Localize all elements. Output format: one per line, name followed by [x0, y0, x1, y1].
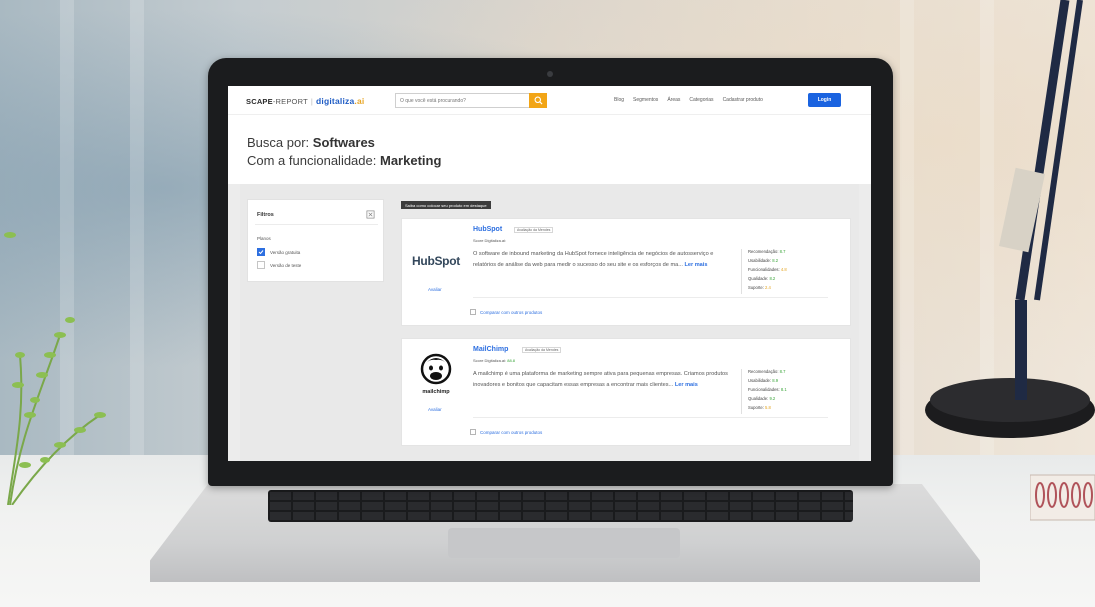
- evaluate-link[interactable]: Avaliar: [428, 287, 442, 292]
- product-description: O software de inbound marketing da HubSp…: [473, 249, 728, 271]
- logo-digitaliza: digitaliza: [316, 96, 355, 106]
- feature-filter-value: Marketing: [379, 153, 442, 168]
- mailchimp-monkey-icon: [420, 353, 452, 385]
- metric-support: Suporte: 2.4: [748, 285, 771, 290]
- mailchimp-logo-text: mailchimp: [422, 389, 450, 395]
- compare-checkbox-box[interactable]: [470, 309, 476, 315]
- filter-option-trial-version[interactable]: Versão de teste: [257, 261, 301, 269]
- search-button[interactable]: [529, 93, 547, 108]
- review-badge: Avaliação da Mendes: [522, 347, 562, 353]
- feature-filter-prefix: Com a funcionalidade:: [247, 153, 377, 168]
- filter-option-free-version[interactable]: Versão gratuita: [257, 248, 300, 256]
- search-icon: [534, 96, 543, 105]
- site-logo[interactable]: SCAPE-REPORT | digitaliza.ai: [246, 96, 364, 106]
- checkmark-icon: [258, 250, 264, 255]
- metric-quality: Qualidade: 9.2: [748, 396, 776, 401]
- top-navigation-bar: SCAPE-REPORT|digitaliza.ai Blog Segmento…: [228, 86, 871, 114]
- product-card-hubspot: HubSpot Avaliar HubSpot Avaliação da Men…: [401, 218, 851, 326]
- filters-panel: Filtros Planos Versão gratuita Versão de…: [247, 199, 384, 282]
- hubspot-logo-text: HubSpot: [412, 254, 460, 268]
- card-divider: [473, 417, 828, 418]
- metric-features: Funcionalidades: 4.8: [748, 267, 787, 272]
- logo-report: -REPORT: [272, 97, 308, 106]
- compare-checkbox[interactable]: Comparar com outros produtos: [470, 309, 542, 315]
- score-label: Score Digitaliza.ai:: [473, 358, 507, 363]
- metric-recommendation: Recomendação: 8.7: [748, 249, 786, 254]
- nav-item-blog[interactable]: Blog: [614, 97, 624, 103]
- checkbox-unchecked[interactable]: [257, 261, 265, 269]
- product-metrics: Recomendação: 8.7 Usabilidade: 8.9 Funci…: [741, 369, 831, 414]
- filters-group-label: Planos: [257, 236, 271, 241]
- metric-support: Suporte: 5.8: [748, 405, 771, 410]
- compare-checkbox[interactable]: Comparar com outros produtos: [470, 429, 542, 435]
- review-badge: Avaliação da Mendes: [514, 227, 554, 233]
- filters-title: Filtros: [257, 212, 274, 218]
- search-query-prefix: Busca por:: [247, 135, 310, 150]
- read-more-link[interactable]: Ler mais: [675, 382, 698, 388]
- search-query-line: Busca por: Softwares: [247, 135, 375, 150]
- compare-label: Comparar com outros produtos: [480, 429, 543, 435]
- compare-label: Comparar com outros produtos: [480, 309, 543, 315]
- laptop-trackpad: [448, 528, 680, 558]
- notebook-decoration: [1030, 474, 1095, 521]
- product-metrics: Recomendação: 8.7 Usabilidade: 8.2 Funci…: [741, 249, 831, 294]
- card-divider: [473, 297, 828, 298]
- product-name[interactable]: MailChimp: [473, 346, 508, 353]
- logo-tld: .ai: [354, 96, 365, 106]
- laptop-keyboard: [268, 490, 853, 522]
- evaluate-link[interactable]: Avaliar: [428, 407, 442, 412]
- filters-divider: [255, 224, 378, 225]
- filter-option-label: Versão gratuita: [270, 249, 301, 255]
- nav-item-segmentos[interactable]: Segmentos: [633, 97, 658, 103]
- camera-icon: [547, 71, 553, 77]
- login-button[interactable]: Login: [808, 93, 841, 107]
- metric-recommendation: Recomendação: 8.7: [748, 369, 786, 374]
- main-nav: Blog Segmentos Áreas Categorias Cadastra…: [614, 97, 763, 103]
- product-card-mailchimp: mailchimp Avaliar MailChimp Avaliação da…: [401, 338, 851, 446]
- search-bar: [395, 93, 547, 108]
- background-blind: [900, 0, 914, 470]
- results-area: Filtros Planos Versão gratuita Versão de…: [240, 184, 859, 461]
- product-description: A mailchimp é uma plataforma de marketin…: [473, 369, 728, 391]
- logo-separator: |: [310, 97, 314, 106]
- score-value: 88.8: [507, 358, 516, 363]
- filter-option-label: Versão de teste: [270, 262, 302, 268]
- product-name[interactable]: HubSpot: [473, 226, 502, 233]
- desk-lamp-decoration: [925, 0, 1095, 438]
- metric-usability: Usabilidade: 8.9: [748, 378, 779, 383]
- product-score: Score Digitaliza.ai: 88.8: [473, 358, 515, 363]
- description-text: O software de inbound marketing da HubSp…: [473, 251, 714, 268]
- laptop-screen: SCAPE-REPORT|digitaliza.ai Blog Segmento…: [228, 86, 871, 461]
- feature-filter-line: Com a funcionalidade: Marketing: [247, 153, 441, 168]
- featured-info-tag[interactable]: Saiba como colocar seu produto em destaq…: [401, 201, 491, 209]
- score-label: Score Digitaliza.ai:: [473, 238, 507, 243]
- plant-decoration: [4, 232, 106, 505]
- search-query-value: Softwares: [312, 135, 375, 150]
- search-header: Busca por: Softwares Com a funcionalidad…: [228, 114, 871, 184]
- metric-usability: Usabilidade: 8.2: [748, 258, 779, 263]
- product-score: Score Digitaliza.ai:: [473, 238, 506, 243]
- logo-scape: SCAPE: [246, 97, 273, 106]
- compare-checkbox-box[interactable]: [470, 429, 476, 435]
- nav-item-cadastrar-produto[interactable]: Cadastrar produto: [723, 97, 763, 103]
- hubspot-logo[interactable]: HubSpot: [408, 241, 464, 281]
- clear-filters-icon[interactable]: [366, 210, 375, 219]
- metric-features: Funcionalidades: 8.1: [748, 387, 787, 392]
- nav-item-categorias[interactable]: Categorias: [689, 97, 713, 103]
- mailchimp-logo[interactable]: mailchimp: [408, 345, 464, 401]
- search-input[interactable]: [395, 93, 529, 108]
- nav-item-areas[interactable]: Áreas: [667, 97, 680, 103]
- read-more-link[interactable]: Ler mais: [684, 262, 707, 268]
- checkbox-checked[interactable]: [257, 248, 265, 256]
- background-blind: [130, 0, 144, 470]
- metric-quality: Qualidade: 8.2: [748, 276, 776, 281]
